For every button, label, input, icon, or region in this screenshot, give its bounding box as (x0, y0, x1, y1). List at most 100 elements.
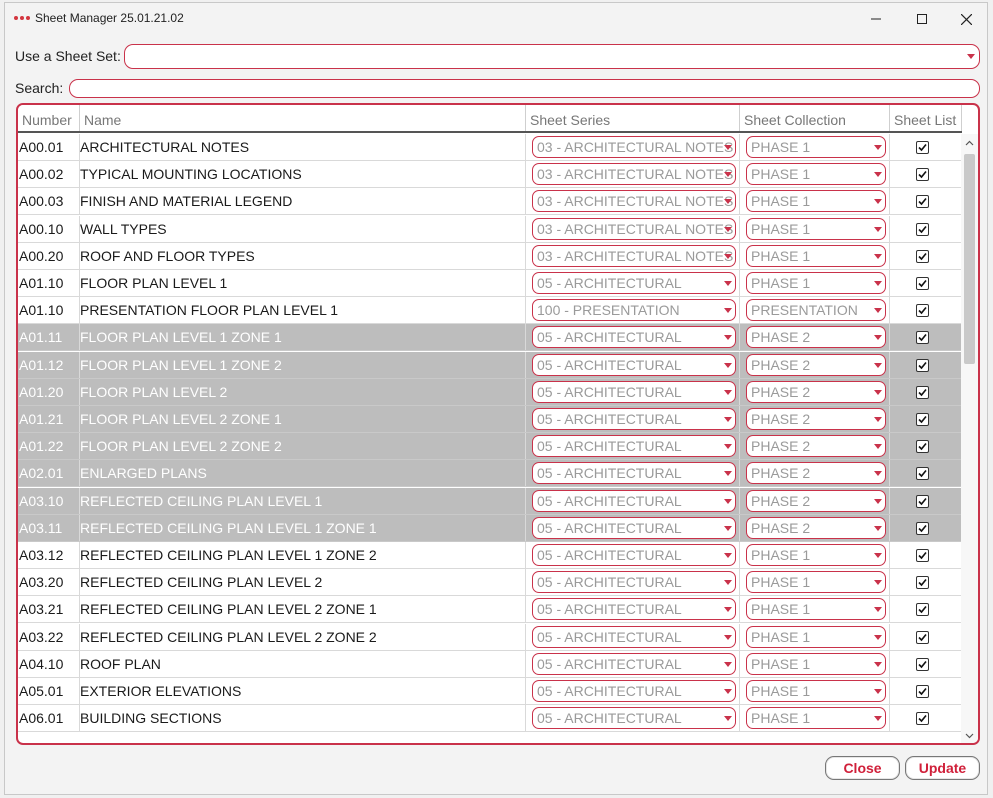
sheet-series-dropdown[interactable]: 05 - ARCHITECTURAL (532, 353, 736, 376)
update-button[interactable]: Update (905, 756, 980, 780)
sheet-list-checkbox[interactable] (916, 331, 929, 345)
sheet-collection-dropdown[interactable]: PRESENTATION (746, 299, 886, 322)
close-button[interactable]: Close (825, 756, 900, 780)
sheet-list-checkbox[interactable] (916, 657, 929, 671)
sheet-list-checkbox[interactable] (916, 195, 929, 209)
table-row[interactable]: A01.20 FLOOR PLAN LEVEL 2 05 - ARCHITECTUR… (18, 378, 962, 406)
sheet-name[interactable]: REFLECTED CEILING PLAN LEVEL 2 (80, 569, 520, 595)
sheet-list-checkbox[interactable] (916, 385, 929, 399)
sheet-collection-dropdown[interactable]: PHASE 1 (746, 680, 886, 702)
sheet-series-dropdown[interactable]: 03 - ARCHITECTURAL NOTES (532, 136, 736, 158)
sheet-series-dropdown[interactable]: 05 - ARCHITECTURAL (532, 625, 736, 648)
sheet-list-checkbox[interactable] (916, 630, 929, 644)
sheet-collection-dropdown[interactable]: PHASE 1 (746, 217, 886, 240)
sheet-name[interactable]: FLOOR PLAN LEVEL 1 ZONE 1 (80, 324, 520, 350)
sheet-list-checkbox[interactable] (916, 603, 929, 617)
sheet-name[interactable]: WALL TYPES (80, 216, 520, 242)
close-window-button[interactable] (943, 3, 989, 35)
sheet-series-dropdown[interactable]: 03 - ARCHITECTURAL NOTES (532, 217, 736, 240)
sheet-series-dropdown[interactable]: 03 - ARCHITECTURAL NOTES (532, 163, 736, 186)
table-row[interactable]: A01.22 FLOOR PLAN LEVEL 2 ZONE 2 05 - ARCH… (18, 433, 962, 461)
sheet-collection-dropdown[interactable]: PHASE 1 (746, 272, 886, 294)
table-row[interactable]: A00.10 WALL TYPES 03 - ARCHITECTURAL NOTES… (18, 215, 962, 243)
sheet-collection-dropdown[interactable]: PHASE 1 (746, 190, 886, 213)
sheet-series-dropdown[interactable]: 03 - ARCHITECTURAL NOTES (532, 190, 736, 213)
sheet-list-checkbox[interactable] (916, 467, 929, 481)
sheet-collection-dropdown[interactable]: PHASE 1 (746, 652, 886, 675)
sheet-name[interactable]: ROOF AND FLOOR TYPES (80, 243, 520, 269)
sheet-collection-dropdown[interactable]: PHASE 1 (746, 598, 886, 621)
sheet-collection-dropdown[interactable]: PHASE 1 (746, 244, 886, 267)
table-row[interactable]: A05.01 EXTERIOR ELEVATIONS 05 - ARCHITECTU… (18, 678, 962, 705)
sheet-series-dropdown[interactable]: 05 - ARCHITECTURAL (532, 435, 736, 458)
table-row[interactable]: A00.02 TYPICAL MOUNTING LOCATIONS 03 - ARC… (18, 161, 962, 189)
sheet-collection-dropdown[interactable]: PHASE 2 (746, 516, 886, 539)
sheet-list-checkbox[interactable] (916, 576, 929, 590)
sheet-name[interactable]: ARCHITECTURAL NOTES (80, 134, 520, 160)
sheet-series-dropdown[interactable]: 05 - ARCHITECTURAL (532, 544, 736, 566)
vertical-scrollbar[interactable] (961, 134, 978, 743)
header-sheet-list[interactable]: Sheet List (890, 105, 962, 131)
sheet-series-dropdown[interactable]: 05 - ARCHITECTURAL (532, 652, 736, 675)
sheet-series-dropdown[interactable]: 03 - ARCHITECTURAL NOTES (532, 244, 736, 267)
table-row[interactable]: A01.10 FLOOR PLAN LEVEL 1 05 - ARCHITECTUR… (18, 270, 962, 297)
sheet-set-dropdown[interactable] (124, 44, 980, 69)
sheet-name[interactable]: REFLECTED CEILING PLAN LEVEL 1 ZONE 1 (80, 515, 520, 541)
scrollbar-thumb[interactable] (964, 154, 975, 364)
header-name[interactable]: Name (80, 105, 526, 131)
sheet-list-checkbox[interactable] (916, 685, 929, 698)
sheet-series-dropdown[interactable]: 100 - PRESENTATION (532, 299, 736, 322)
table-row[interactable]: A03.10 REFLECTED CEILING PLAN LEVEL 1 05 -… (18, 487, 962, 515)
table-row[interactable]: A01.21 FLOOR PLAN LEVEL 2 ZONE 1 05 - ARCH… (18, 406, 962, 433)
sheet-collection-dropdown[interactable]: PHASE 2 (746, 326, 886, 349)
sheet-list-checkbox[interactable] (916, 440, 929, 454)
sheet-collection-dropdown[interactable]: PHASE 1 (746, 544, 886, 566)
table-row[interactable]: A02.01 ENLARGED PLANS 05 - ARCHITECTURAL PH… (18, 460, 962, 488)
sheet-series-dropdown[interactable]: 05 - ARCHITECTURAL (532, 380, 736, 403)
table-row[interactable]: A00.20 ROOF AND FLOOR TYPES 03 - ARCHITECT… (18, 242, 962, 270)
table-row[interactable]: A01.10 PRESENTATION FLOOR PLAN LEVEL 1 100… (18, 297, 962, 325)
sheet-list-checkbox[interactable] (916, 494, 929, 508)
sheet-series-dropdown[interactable]: 05 - ARCHITECTURAL (532, 272, 736, 294)
sheet-name[interactable]: FINISH AND MATERIAL LEGEND (80, 188, 520, 214)
sheet-collection-dropdown[interactable]: PHASE 2 (746, 462, 886, 485)
sheet-name[interactable]: FLOOR PLAN LEVEL 2 ZONE 2 (80, 433, 520, 459)
sheet-list-checkbox[interactable] (916, 141, 929, 154)
sheet-name[interactable]: FLOOR PLAN LEVEL 1 ZONE 2 (80, 352, 520, 378)
sheet-list-checkbox[interactable] (916, 168, 929, 182)
sheet-name[interactable]: BUILDING SECTIONS (80, 705, 520, 731)
sheet-name[interactable]: REFLECTED CEILING PLAN LEVEL 1 (80, 488, 520, 514)
sheet-name[interactable]: REFLECTED CEILING PLAN LEVEL 2 ZONE 2 (80, 624, 520, 650)
sheet-collection-dropdown[interactable]: PHASE 1 (746, 707, 886, 730)
sheet-list-checkbox[interactable] (916, 249, 929, 263)
sheet-name[interactable]: FLOOR PLAN LEVEL 2 ZONE 1 (80, 406, 520, 432)
sheet-collection-dropdown[interactable]: PHASE 2 (746, 435, 886, 458)
sheet-collection-dropdown[interactable]: PHASE 1 (746, 163, 886, 186)
header-sheet-collection[interactable]: Sheet Collection (740, 105, 890, 131)
sheet-list-checkbox[interactable] (916, 277, 929, 290)
maximize-button[interactable] (899, 3, 945, 35)
scroll-down-icon[interactable] (965, 731, 974, 740)
sheet-collection-dropdown[interactable]: PHASE 2 (746, 380, 886, 403)
sheet-name[interactable]: ROOF PLAN (80, 651, 520, 677)
sheet-collection-dropdown[interactable]: PHASE 2 (746, 408, 886, 430)
sheet-list-checkbox[interactable] (916, 222, 929, 236)
sheet-collection-dropdown[interactable]: PHASE 2 (746, 353, 886, 376)
sheet-series-dropdown[interactable]: 05 - ARCHITECTURAL (532, 489, 736, 512)
table-row[interactable]: A03.11 REFLECTED CEILING PLAN LEVEL 1 ZON… (18, 514, 962, 542)
sheet-collection-dropdown[interactable]: PHASE 1 (746, 136, 886, 158)
sheet-series-dropdown[interactable]: 05 - ARCHITECTURAL (532, 598, 736, 621)
table-row[interactable]: A00.03 FINISH AND MATERIAL LEGEND 03 - ARC… (18, 188, 962, 216)
table-row[interactable]: A00.01 ARCHITECTURAL NOTES 03 - ARCHITECTU… (18, 134, 962, 161)
table-row[interactable]: A04.10 ROOF PLAN 05 - ARCHITECTURAL PHASE 1 (18, 650, 962, 678)
sheet-name[interactable]: FLOOR PLAN LEVEL 2 (80, 379, 520, 405)
sheet-name[interactable]: TYPICAL MOUNTING LOCATIONS (80, 161, 520, 187)
sheet-list-checkbox[interactable] (916, 358, 929, 372)
sheet-collection-dropdown[interactable]: PHASE 2 (746, 489, 886, 512)
sheet-name[interactable]: FLOOR PLAN LEVEL 1 (80, 270, 520, 296)
sheet-list-checkbox[interactable] (916, 521, 929, 535)
table-row[interactable]: A06.01 BUILDING SECTIONS 05 - ARCHITECTURA… (18, 705, 962, 733)
table-row[interactable]: A03.20 REFLECTED CEILING PLAN LEVEL 2 05 -… (18, 569, 962, 597)
sheet-series-dropdown[interactable]: 05 - ARCHITECTURAL (532, 707, 736, 730)
sheet-series-dropdown[interactable]: 05 - ARCHITECTURAL (532, 516, 736, 539)
